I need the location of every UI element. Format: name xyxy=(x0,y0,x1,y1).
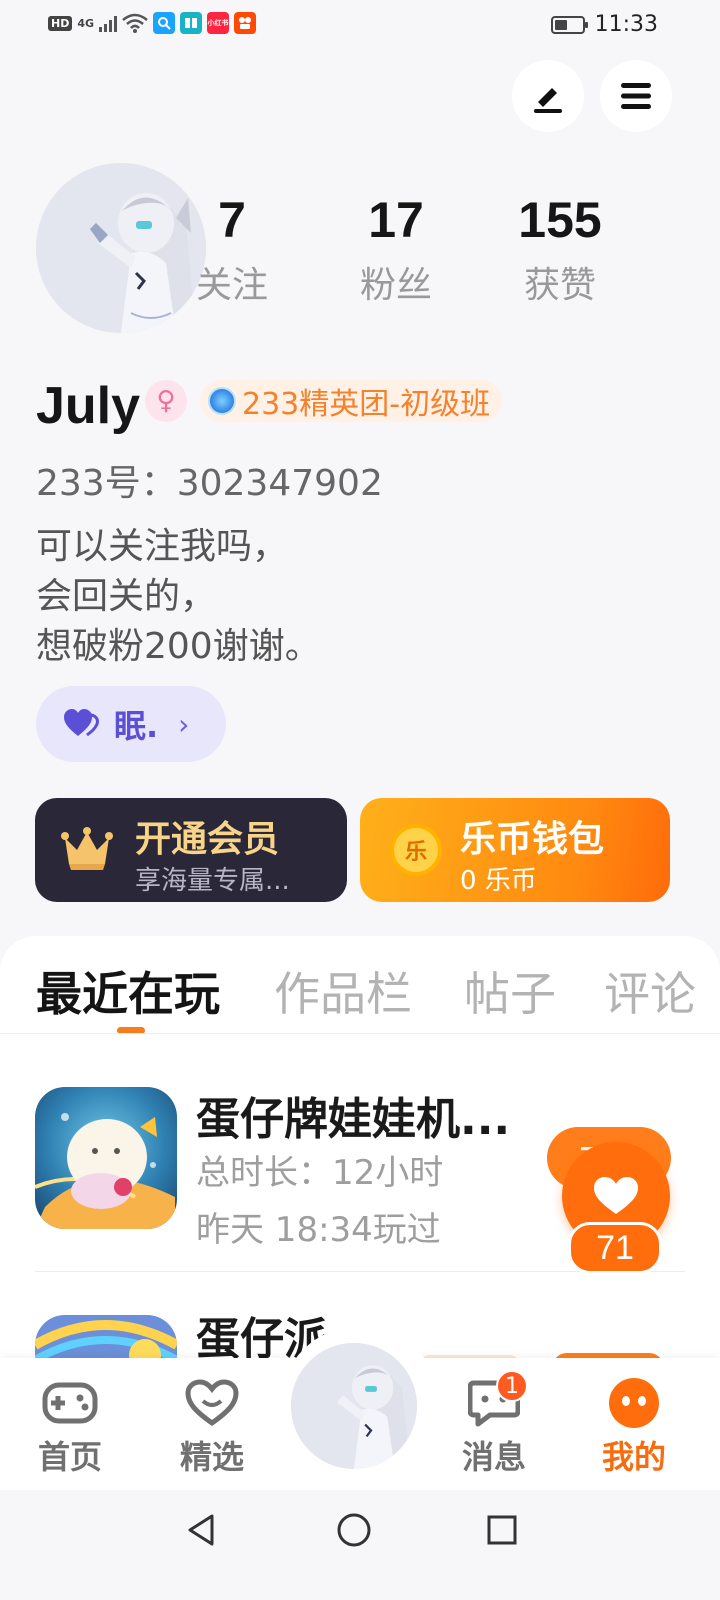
recents-square-icon xyxy=(487,1515,517,1545)
avatar-icon xyxy=(291,1343,417,1469)
nav-mine[interactable]: 我的 xyxy=(584,1378,684,1478)
likes-label: 获赞 xyxy=(523,265,596,306)
nav-home-label: 首页 xyxy=(37,1438,102,1476)
like-count: 71 xyxy=(568,1222,662,1274)
tab-divider xyxy=(0,1033,720,1034)
profile-tabs: 最近在玩 作品栏 帖子 评论 xyxy=(0,958,720,1028)
heart-icon xyxy=(64,709,99,737)
following-label: 关注 xyxy=(195,265,268,306)
hd-indicator: HD xyxy=(48,15,73,31)
game-playtime: 总时长：12小时 xyxy=(196,1153,444,1193)
stat-likes[interactable]: 155 获赞 xyxy=(495,190,625,308)
vip-subtitle: 享海量专属... xyxy=(135,866,290,896)
stat-following[interactable]: 7 关注 xyxy=(167,190,297,308)
coin-title: 乐币钱包 xyxy=(460,819,605,860)
user-bio: 可以关注我吗， 会回关的， 想破粉200谢谢。 xyxy=(36,526,321,667)
signal-icon xyxy=(99,14,118,32)
reader-app-icon xyxy=(180,12,203,34)
network-type: 4G xyxy=(77,16,95,30)
battery-icon xyxy=(550,15,588,34)
nav-featured[interactable]: 精选 xyxy=(162,1378,262,1478)
group-badge[interactable]: 233精英团-初级班 xyxy=(200,380,503,422)
menu-button[interactable] xyxy=(600,60,672,132)
tab-recently-played[interactable]: 最近在玩 xyxy=(36,958,220,1024)
coin-wallet-card[interactable]: 乐 乐币钱包 0 乐币 xyxy=(360,798,670,902)
nav-mine-label: 我的 xyxy=(601,1438,666,1476)
coin-icon: 乐 xyxy=(390,824,442,876)
mood-status-button[interactable]: 眠. › xyxy=(36,686,226,762)
home-button[interactable] xyxy=(332,1508,376,1552)
back-triangle-icon xyxy=(188,1514,214,1546)
tab-works[interactable]: 作品栏 xyxy=(274,958,412,1024)
tab-posts[interactable]: 帖子 xyxy=(464,958,556,1024)
game-icon xyxy=(35,1087,177,1229)
heart-icon xyxy=(594,1177,638,1214)
vip-title: 开通会员 xyxy=(135,819,280,860)
coin-balance: 0 乐币 xyxy=(460,866,537,896)
nav-messages-label: 消息 xyxy=(461,1438,526,1476)
user-id: 233号：302347902 xyxy=(36,463,383,504)
user-name: July xyxy=(36,377,141,435)
game-last-played: 昨天 18:34玩过 xyxy=(196,1210,441,1250)
edit-profile-button[interactable] xyxy=(512,60,584,132)
likes-count: 155 xyxy=(518,192,602,248)
wifi-icon xyxy=(122,13,148,33)
game-title: 蛋仔牌娃娃机... xyxy=(196,1094,511,1145)
crown-icon xyxy=(61,827,113,870)
nav-messages[interactable]: 1 消息 xyxy=(444,1370,544,1478)
kuaishou-app-icon xyxy=(234,12,257,34)
clock: 11:33 xyxy=(594,12,658,37)
smiley-face-icon xyxy=(609,1378,659,1428)
following-count: 7 xyxy=(218,192,246,248)
nav-home[interactable]: 首页 xyxy=(20,1378,120,1478)
message-badge: 1 xyxy=(496,1370,528,1402)
hamburger-icon xyxy=(621,83,651,109)
search-app-icon xyxy=(153,12,176,34)
heart-outline-icon xyxy=(185,1379,239,1427)
gamepad-icon xyxy=(42,1382,98,1424)
recents-button[interactable] xyxy=(480,1508,524,1552)
vip-membership-card[interactable]: 开通会员 享海量专属... xyxy=(35,798,347,902)
mood-text: 眠. xyxy=(114,707,159,745)
pen-icon xyxy=(534,88,562,113)
stat-fans[interactable]: 17 粉丝 xyxy=(331,190,461,308)
status-bar: HD 4G 小红书 11:33 xyxy=(0,0,720,48)
fans-count: 17 xyxy=(368,192,424,248)
back-button[interactable] xyxy=(180,1508,224,1552)
nav-featured-label: 精选 xyxy=(179,1438,244,1476)
fans-label: 粉丝 xyxy=(359,265,432,306)
home-circle-icon xyxy=(337,1513,371,1547)
group-badge-label: 233精英团-初级班 xyxy=(242,387,491,422)
chevron-right-icon: › xyxy=(178,707,190,741)
tab-comments[interactable]: 评论 xyxy=(604,958,696,1024)
medal-icon xyxy=(208,387,236,415)
game-icon xyxy=(35,1315,177,1358)
nav-center-avatar[interactable] xyxy=(291,1343,417,1469)
xiaohongshu-app-icon: 小红书 xyxy=(207,12,230,34)
female-gender-icon: ♀ xyxy=(145,380,187,422)
